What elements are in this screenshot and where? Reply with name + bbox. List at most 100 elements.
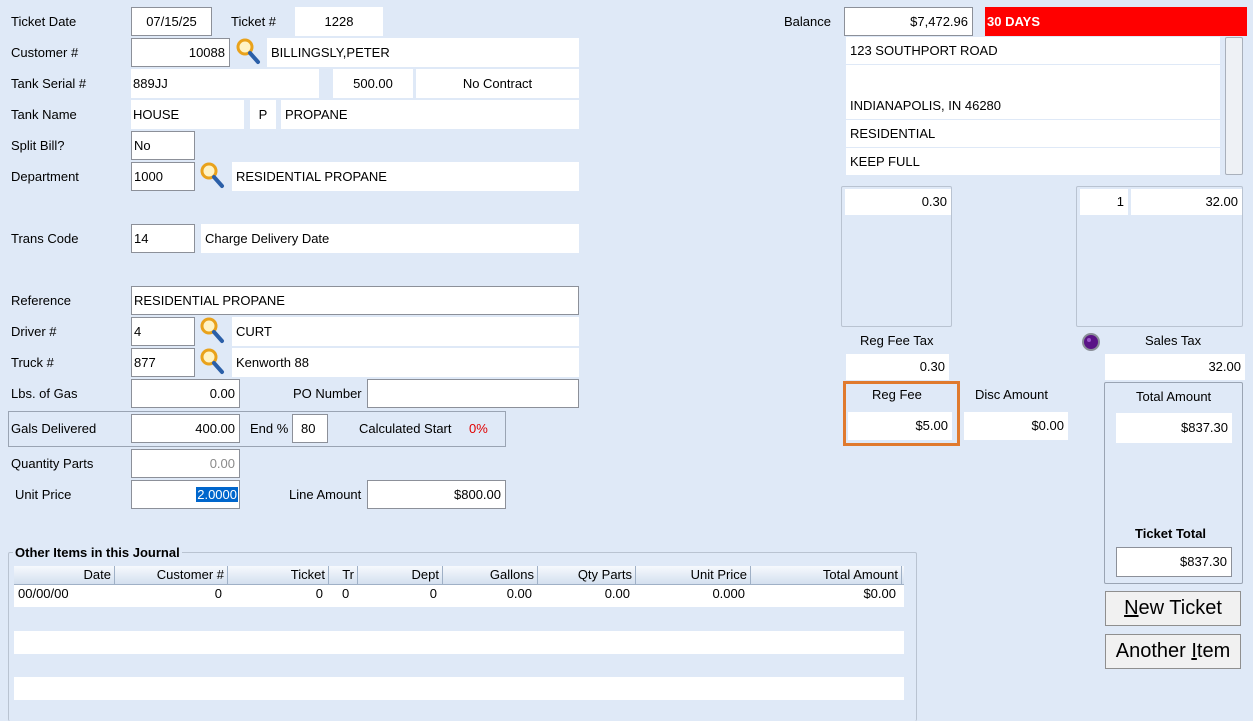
col-dept[interactable]: Dept — [358, 566, 443, 584]
ticket-date-label: Ticket Date — [11, 14, 77, 29]
calculated-start-label: Calculated Start — [359, 421, 452, 436]
sales-tax-qty-field: 1 — [1080, 189, 1128, 215]
trans-code-label: Trans Code — [11, 231, 79, 246]
department-code-field[interactable]: 1000 — [131, 162, 195, 191]
unit-price-selected-text: 2.0000 — [196, 487, 238, 502]
cell-gallons: 0.00 — [506, 586, 532, 601]
driver-number-field[interactable]: 4 — [131, 317, 195, 346]
another-item-label-start: Another — [1115, 640, 1192, 662]
department-label: Department — [11, 169, 79, 184]
ticket-date-field[interactable]: 07/15/25 — [131, 7, 212, 36]
col-tr[interactable]: Tr — [329, 566, 358, 584]
cell-qty-parts: 0.00 — [604, 586, 630, 601]
ticket-total-field: $837.30 — [1116, 547, 1232, 577]
trans-code-field[interactable]: 14 — [131, 224, 195, 253]
reference-label: Reference — [11, 293, 71, 308]
another-item-label-end: tem — [1196, 640, 1231, 662]
col-qty-parts[interactable]: Qty Parts — [538, 566, 636, 584]
terms-badge: 30 DAYS — [985, 7, 1247, 36]
cell-ticket: 0 — [315, 586, 323, 601]
cell-total-amount: $0.00 — [863, 586, 896, 601]
tank-capacity-field: 500.00 — [333, 69, 413, 98]
ticket-total-label: Ticket Total — [1135, 526, 1207, 541]
tank-name-label: Tank Name — [11, 107, 77, 122]
sales-tax-label: Sales Tax — [1145, 333, 1202, 348]
address-line-3: INDIANAPOLIS, IN 46280 — [846, 92, 1220, 119]
total-amount-label: Total Amount — [1136, 389, 1212, 404]
total-amount-field: $837.30 — [1116, 413, 1232, 443]
customer-lookup-magnifier-icon[interactable] — [235, 37, 261, 65]
driver-number-label: Driver # — [11, 324, 57, 339]
new-ticket-mnemonic: N — [1124, 597, 1139, 619]
cell-date: 00/00/00 — [18, 586, 69, 601]
col-total-amount[interactable]: Total Amount — [751, 566, 902, 584]
journal-grid-header: Date Customer # Ticket Tr Dept Gallons Q… — [14, 566, 904, 585]
po-number-label: PO Number — [293, 386, 362, 401]
cell-tr: 0 — [342, 586, 350, 601]
customer-number-label: Customer # — [11, 45, 79, 60]
reg-fee-field[interactable]: $5.00 — [848, 412, 952, 440]
empty-table-row[interactable] — [14, 677, 904, 700]
customer-type-line: RESIDENTIAL — [846, 120, 1220, 147]
disc-amount-field[interactable]: $0.00 — [964, 412, 1068, 440]
col-gallons[interactable]: Gallons — [443, 566, 538, 584]
col-customer-number[interactable]: Customer # — [115, 566, 228, 584]
reg-fee-rate-field: 0.30 — [845, 189, 951, 215]
empty-table-row[interactable] — [14, 631, 904, 654]
reg-fee-tax-label: Reg Fee Tax — [860, 333, 934, 348]
cell-dept: 0 — [429, 586, 437, 601]
split-bill-label: Split Bill? — [11, 138, 65, 153]
reg-fee-tax-field: 0.30 — [846, 354, 949, 380]
customer-number-field[interactable]: 10088 — [131, 38, 230, 67]
ticket-number-field[interactable]: 1228 — [295, 7, 383, 36]
truck-number-field[interactable]: 877 — [131, 348, 195, 377]
cell-customer-number: 0 — [214, 586, 222, 601]
trans-code-description: Charge Delivery Date — [201, 224, 579, 253]
tank-product-field: PROPANE — [281, 100, 579, 129]
tank-serial-label: Tank Serial # — [11, 76, 87, 91]
split-bill-field[interactable]: No — [131, 131, 195, 160]
balance-label: Balance — [784, 14, 831, 29]
col-unit-price[interactable]: Unit Price — [636, 566, 751, 584]
line-amount-label: Line Amount — [289, 487, 362, 502]
disc-amount-label: Disc Amount — [975, 387, 1048, 402]
customer-name-field: BILLINGSLY,PETER — [267, 38, 579, 67]
ticket-number-label: Ticket # — [231, 14, 277, 29]
department-name-field: RESIDENTIAL PROPANE — [232, 162, 579, 191]
tank-serial-field[interactable]: 889JJ — [131, 69, 319, 98]
driver-lookup-magnifier-icon[interactable] — [199, 316, 225, 344]
po-number-field[interactable] — [367, 379, 579, 408]
truck-number-label: Truck # — [11, 355, 54, 370]
another-item-button[interactable]: Another Item — [1105, 634, 1241, 669]
unit-price-field[interactable]: 2.0000 — [131, 480, 240, 509]
reg-fee-label: Reg Fee — [872, 387, 922, 402]
line-amount-field: $800.00 — [367, 480, 506, 509]
tank-contract-field: No Contract — [416, 69, 579, 98]
sales-tax-field: 32.00 — [1105, 354, 1245, 380]
end-percent-field[interactable]: 80 — [292, 414, 328, 443]
quantity-parts-label: Quantity Parts — [11, 456, 94, 471]
balance-field: $7,472.96 — [844, 7, 973, 36]
unit-price-label: Unit Price — [15, 487, 72, 502]
end-percent-label: End % — [250, 421, 289, 436]
col-ticket[interactable]: Ticket — [228, 566, 329, 584]
address-line-2 — [846, 65, 1220, 92]
department-lookup-magnifier-icon[interactable] — [199, 161, 225, 189]
truck-lookup-magnifier-icon[interactable] — [199, 347, 225, 375]
tank-name-field[interactable]: HOUSE — [131, 100, 244, 129]
tank-product-code-field: P — [250, 100, 276, 129]
table-row[interactable]: 00/00/00 0 0 0 0 0.00 0.00 0.000 $0.00 — [14, 585, 904, 607]
sales-tax-amount-field: 32.00 — [1131, 189, 1242, 215]
quantity-parts-field[interactable]: 0.00 — [131, 449, 240, 478]
new-ticket-button[interactable]: New Ticket — [1105, 591, 1241, 626]
lbs-gas-field[interactable]: 0.00 — [131, 379, 240, 408]
lbs-gas-label: Lbs. of Gas — [11, 386, 78, 401]
address-scrollbar[interactable] — [1225, 37, 1243, 175]
col-date[interactable]: Date — [14, 566, 115, 584]
reference-field[interactable]: RESIDENTIAL PROPANE — [131, 286, 579, 315]
delivery-type-line: KEEP FULL — [846, 148, 1220, 175]
cell-unit-price: 0.000 — [712, 586, 745, 601]
purple-dot-icon[interactable] — [1081, 332, 1101, 352]
gals-delivered-label: Gals Delivered — [11, 421, 97, 436]
gals-delivered-field[interactable]: 400.00 — [131, 414, 240, 443]
